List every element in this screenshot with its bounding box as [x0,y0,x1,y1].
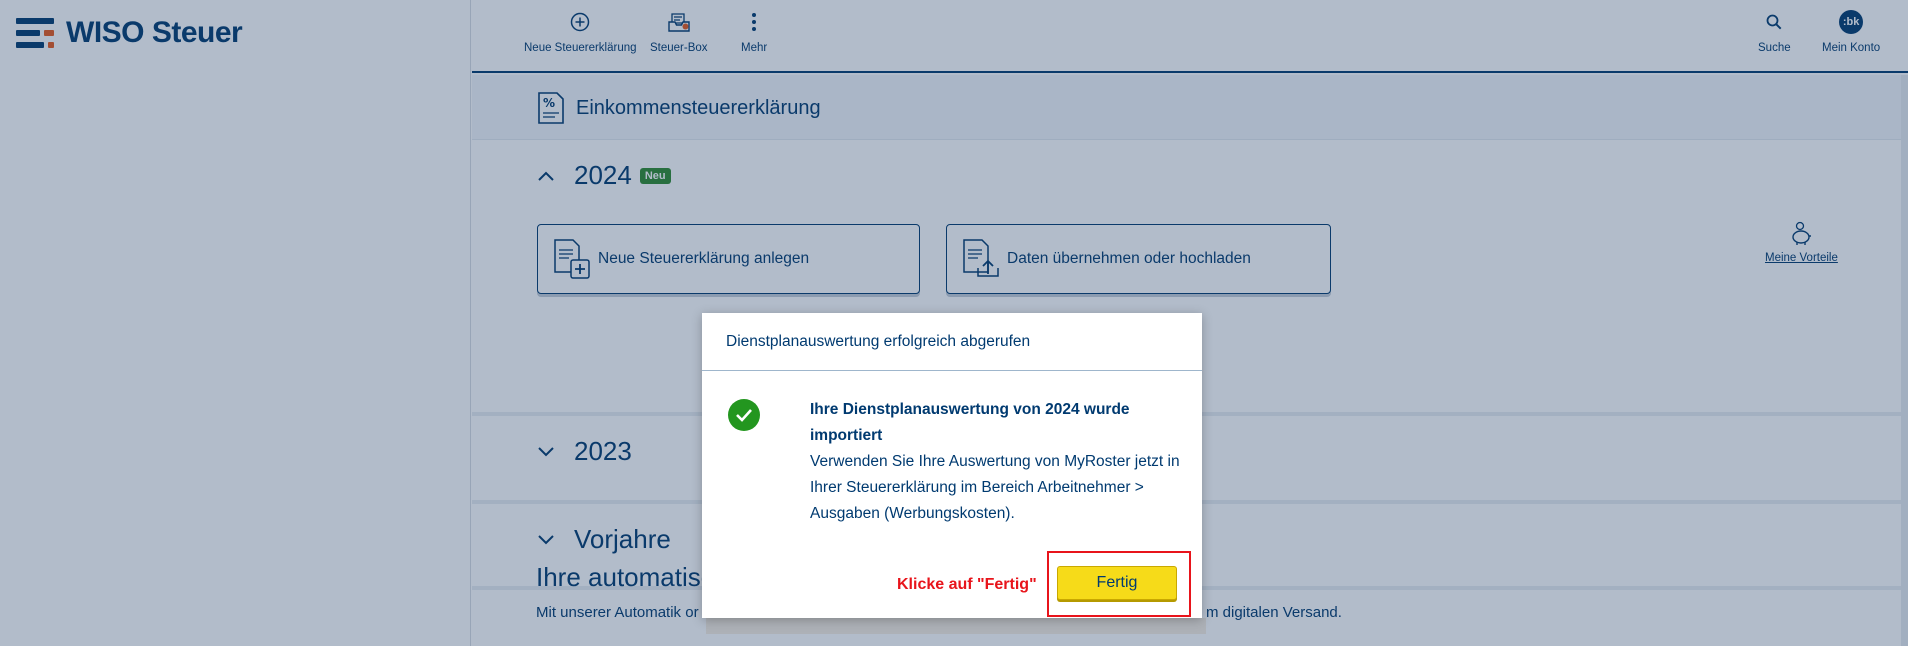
dialog-title: Dienstplanauswertung erfolgreich abgeruf… [702,313,1202,371]
dialog-message-text: Verwenden Sie Ihre Auswertung von MyRost… [810,453,1180,522]
success-dialog: Dienstplanauswertung erfolgreich abgeruf… [702,313,1202,618]
highlight-box: Fertig [1047,551,1191,617]
done-button[interactable]: Fertig [1057,566,1177,600]
dialog-message: Ihre Dienstplanauswertung von 2024 wurde… [810,397,1180,527]
click-hint: Klicke auf "Fertig" [897,576,1037,593]
dialog-message-heading: Ihre Dienstplanauswertung von 2024 wurde… [810,401,1130,444]
dialog-shadow [706,618,1206,634]
success-check-icon [728,399,760,431]
